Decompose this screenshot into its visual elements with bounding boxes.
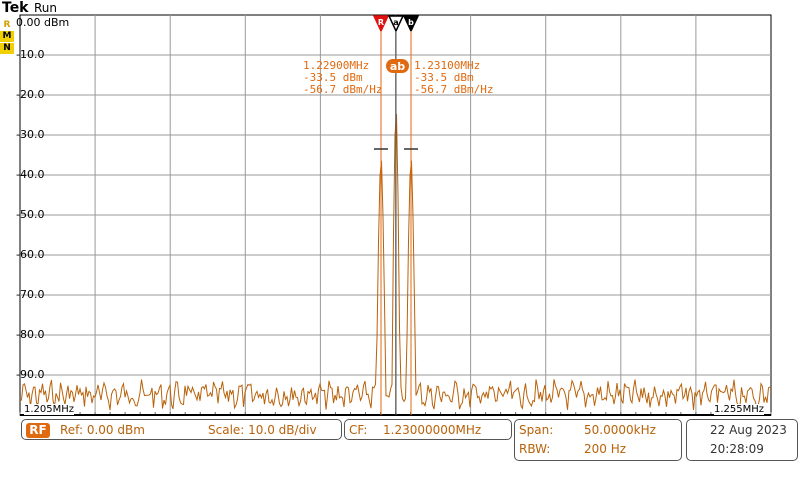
- cf-label: CF:: [349, 423, 368, 437]
- y-tick-label: -40.0: [16, 168, 45, 181]
- y-tick-label: -70.0: [16, 288, 45, 301]
- marker-icon-label: a: [393, 18, 398, 27]
- time-display: 20:28:09: [710, 442, 764, 456]
- marker-a-readout: 1.22900MHz -33.5 dBm -56.7 dBm/Hz: [303, 60, 382, 96]
- span-label: Span:: [519, 423, 554, 437]
- y-tick-label: -20.0: [16, 88, 45, 101]
- y-tick-label: -50.0: [16, 208, 45, 221]
- span-value: 50.0000kHz: [584, 423, 656, 437]
- x-start-label: 1.205MHz: [24, 404, 75, 415]
- x-stop-label: 1.255MHz: [714, 404, 765, 415]
- marker-a-density: -56.7 dBm/Hz: [303, 83, 383, 96]
- y-tick-label: -30.0: [16, 128, 45, 141]
- marker-ab-badge-label: ab: [390, 60, 405, 73]
- ref-level: Ref: 0.00 dBm: [60, 423, 145, 437]
- spectrum-plot[interactable]: Ra bab: [0, 0, 800, 480]
- date-display: 22 Aug 2023: [710, 423, 787, 437]
- scale-setting: Scale: 10.0 dB/div: [208, 423, 317, 437]
- marker-b-density: -56.7 dBm/Hz: [414, 83, 494, 96]
- cf-value: 1.23000000MHz: [383, 423, 482, 437]
- rbw-value: 200 Hz: [584, 442, 627, 456]
- marker-icon-label: R: [378, 18, 384, 27]
- y-ref-label: 0.00 dBm: [16, 16, 70, 29]
- y-tick-label: -60.0: [16, 248, 45, 261]
- rbw-label: RBW:: [519, 442, 551, 456]
- marker-b-readout: 1.23100MHz -33.5 dBm -56.7 dBm/Hz: [414, 60, 493, 96]
- rf-badge: RF: [26, 423, 50, 438]
- marker-icon-label: b: [408, 18, 414, 27]
- y-tick-label: -10.0: [16, 48, 45, 61]
- y-tick-label: -80.0: [16, 328, 45, 341]
- y-tick-label: -90.0: [16, 368, 45, 381]
